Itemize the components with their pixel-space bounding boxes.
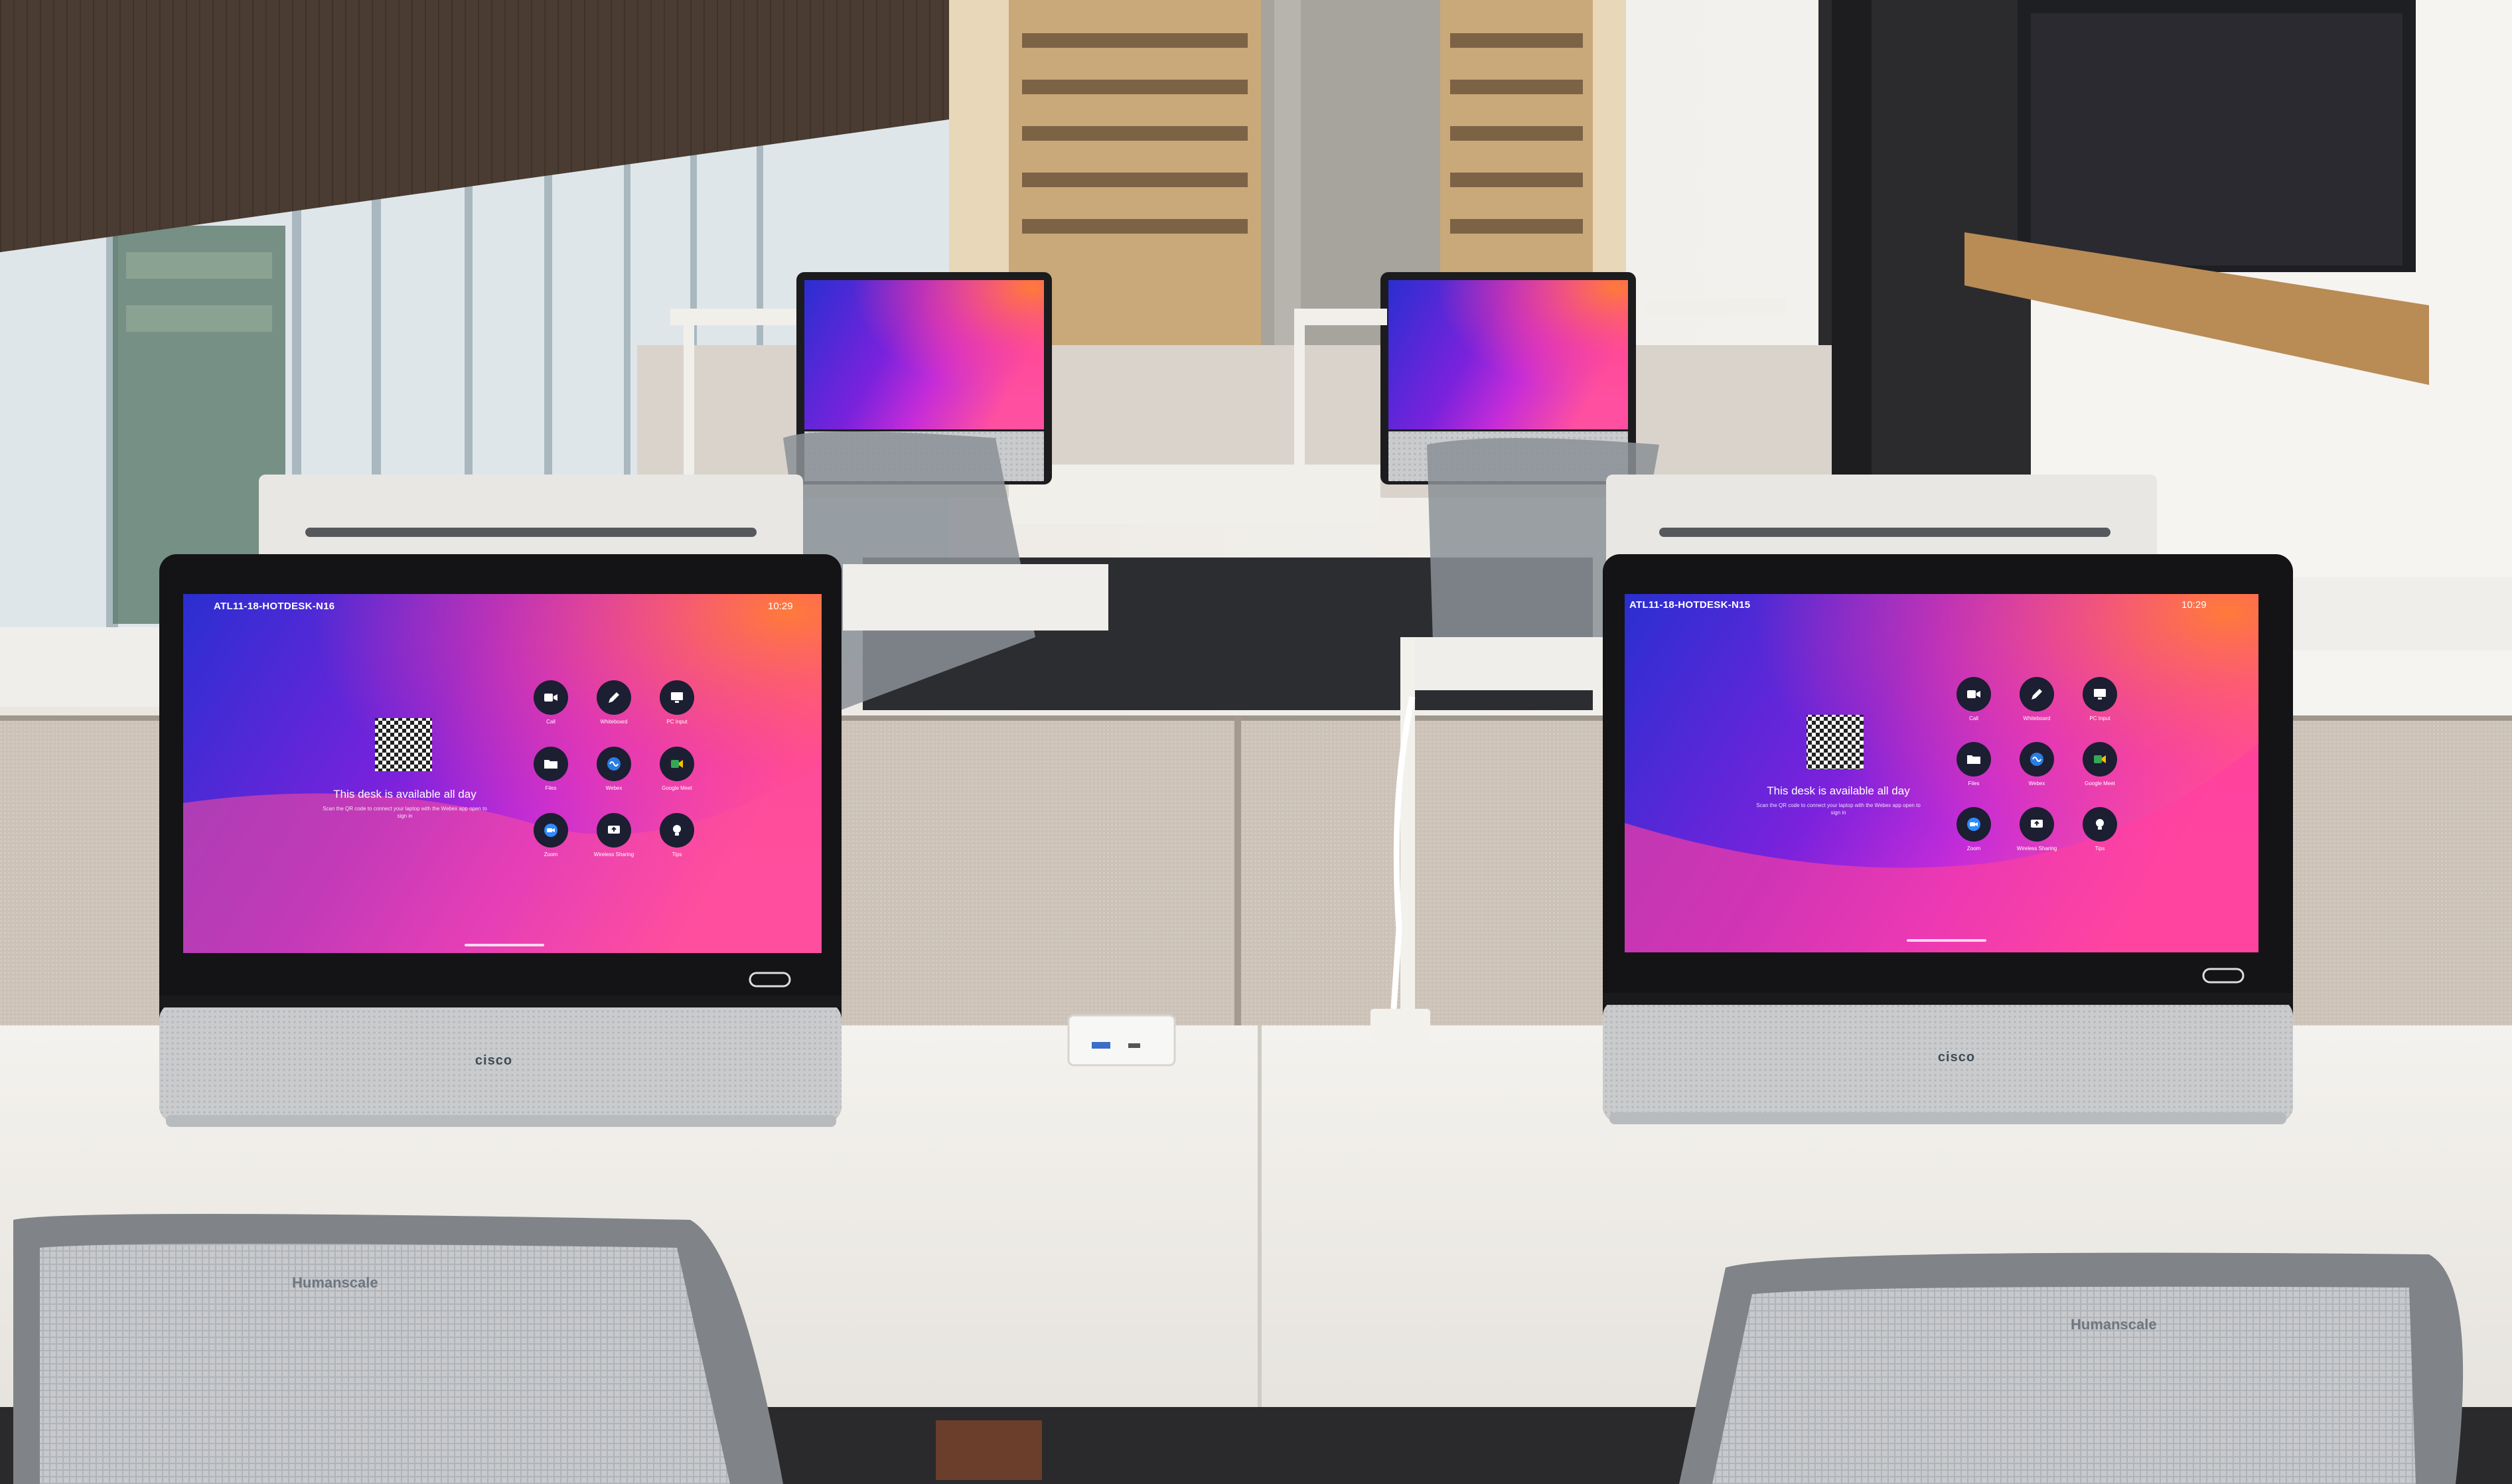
app-label-webex: Webex (605, 785, 623, 791)
pencil-icon[interactable] (597, 680, 631, 715)
meet-icon[interactable] (660, 747, 694, 781)
folder-icon[interactable] (1957, 742, 1991, 777)
zoom-icon[interactable] (534, 813, 568, 848)
share-icon[interactable] (2020, 807, 2054, 842)
app-label-whiteboard: Whiteboard (2023, 715, 2051, 721)
app-label-files: Files (545, 785, 557, 791)
office-photo: ATL11-18-HOTDESK-N16 10:29 This desk is … (0, 0, 2512, 1484)
screen-clock: 10:29 (2181, 599, 2207, 611)
lightbulb-icon[interactable] (2083, 807, 2117, 842)
screen-title: ATL11-18-HOTDESK-N16 (214, 601, 335, 612)
zoom-icon[interactable] (1957, 807, 1991, 842)
chair-brand-label: Humanscale (292, 1274, 378, 1291)
office-scene (0, 0, 2512, 1484)
webex-icon[interactable] (597, 747, 631, 781)
monitor-icon[interactable] (2083, 677, 2117, 711)
chair-brand-label: Humanscale (2071, 1316, 2157, 1333)
cisco-logo: cisco (475, 1053, 513, 1068)
availability-text: This desk is available all day (1767, 784, 1910, 797)
webex-icon[interactable] (2020, 742, 2054, 777)
app-label-call: Call (1969, 715, 1978, 721)
app-label-pc-input: PC Input (666, 719, 688, 725)
app-label-zoom: Zoom (1966, 846, 1981, 852)
app-label-google-meet: Google Meet (662, 785, 692, 791)
monitor-icon[interactable] (660, 680, 694, 715)
screen-clock: 10:29 (768, 601, 793, 612)
app-label-wireless-sharing: Wireless Sharing (2016, 846, 2057, 852)
app-label-google-meet: Google Meet (2085, 780, 2115, 786)
camera-icon[interactable] (1957, 677, 1991, 711)
folder-icon[interactable] (534, 747, 568, 781)
cisco-logo: cisco (1937, 1050, 1976, 1065)
app-label-webex: Webex (2028, 780, 2045, 786)
camera-icon[interactable] (534, 680, 568, 715)
app-label-files: Files (1968, 780, 1980, 786)
app-label-tips: Tips (2095, 846, 2105, 852)
meet-icon[interactable] (2083, 742, 2117, 777)
availability-text: This desk is available all day (333, 788, 477, 800)
app-label-call: Call (546, 719, 555, 725)
app-label-tips: Tips (672, 852, 682, 857)
app-label-whiteboard: Whiteboard (600, 719, 628, 725)
lightbulb-icon[interactable] (660, 813, 694, 848)
pencil-icon[interactable] (2020, 677, 2054, 711)
app-label-pc-input: PC Input (2089, 715, 2110, 721)
app-label-wireless-sharing: Wireless Sharing (593, 852, 634, 857)
share-icon[interactable] (597, 813, 631, 848)
qr-instructions: Scan the QR code to connect your laptop … (323, 806, 487, 819)
qr-instructions: Scan the QR code to connect your laptop … (1756, 802, 1921, 816)
app-label-zoom: Zoom (544, 852, 558, 857)
screen-title: ATL11-18-HOTDESK-N15 (1629, 599, 1751, 611)
